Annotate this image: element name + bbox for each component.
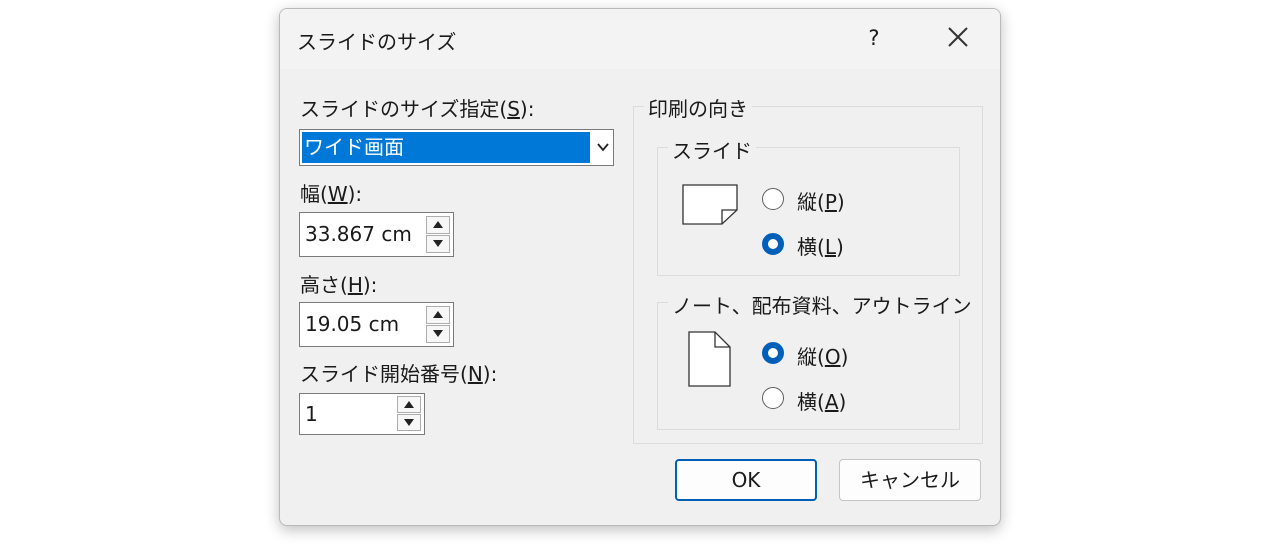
cancel-button[interactable]: キャンセル — [839, 459, 981, 501]
notes-landscape-label[interactable]: 横(A) — [797, 386, 846, 415]
chevron-down-icon — [597, 143, 609, 152]
slides-portrait-radio[interactable] — [762, 188, 784, 210]
slides-group-title: スライド — [668, 135, 756, 164]
triangle-up-icon — [433, 221, 443, 228]
slide-size-select[interactable]: ワイド画面 — [299, 129, 614, 166]
landscape-page-icon — [682, 184, 738, 225]
slides-landscape-label[interactable]: 横(L) — [797, 231, 844, 260]
dialog-title: スライドのサイズ — [297, 30, 457, 54]
width-input[interactable]: 33.867 cm — [305, 213, 417, 256]
triangle-down-icon — [433, 240, 443, 247]
ok-button[interactable]: OK — [675, 459, 817, 501]
slide-size-label: スライドのサイズ指定(S): — [300, 97, 535, 121]
title-bar: スライドのサイズ ? — [280, 9, 1000, 69]
triangle-down-icon — [404, 419, 414, 426]
triangle-up-icon — [433, 311, 443, 318]
notes-portrait-radio[interactable] — [762, 342, 784, 364]
height-decrement-button[interactable] — [426, 325, 450, 343]
orientation-group-title: 印刷の向き — [644, 93, 752, 122]
start-number-spinner[interactable]: 1 — [299, 393, 425, 435]
start-number-decrement-button[interactable] — [397, 414, 421, 431]
slide-size-selected-value: ワイド画面 — [302, 132, 590, 163]
width-increment-button[interactable] — [426, 216, 450, 234]
start-number-input[interactable]: 1 — [305, 394, 385, 434]
slides-portrait-label[interactable]: 縦(P) — [797, 186, 845, 215]
notes-group-title: ノート、配布資料、アウトライン — [668, 290, 976, 319]
height-increment-button[interactable] — [426, 306, 450, 324]
slides-landscape-radio[interactable] — [762, 233, 784, 255]
portrait-page-icon — [688, 331, 731, 387]
help-button[interactable]: ? — [860, 23, 888, 53]
width-decrement-button[interactable] — [426, 235, 450, 253]
triangle-up-icon — [404, 401, 414, 408]
close-icon — [948, 27, 968, 47]
height-input[interactable]: 19.05 cm — [305, 303, 417, 346]
start-number-label: スライド開始番号(N): — [300, 362, 498, 386]
width-spinner[interactable]: 33.867 cm — [299, 212, 454, 257]
height-label: 高さ(H): — [300, 273, 378, 297]
height-spinner[interactable]: 19.05 cm — [299, 302, 454, 347]
start-number-increment-button[interactable] — [397, 396, 421, 413]
width-label: 幅(W): — [300, 182, 363, 206]
triangle-down-icon — [433, 330, 443, 337]
notes-landscape-radio[interactable] — [762, 387, 784, 409]
close-button[interactable] — [940, 21, 976, 55]
slide-size-dialog: スライドのサイズ ? スライドのサイズ指定(S): ワイド画面 幅(W): 33… — [279, 8, 1001, 526]
notes-portrait-label[interactable]: 縦(O) — [797, 341, 848, 370]
